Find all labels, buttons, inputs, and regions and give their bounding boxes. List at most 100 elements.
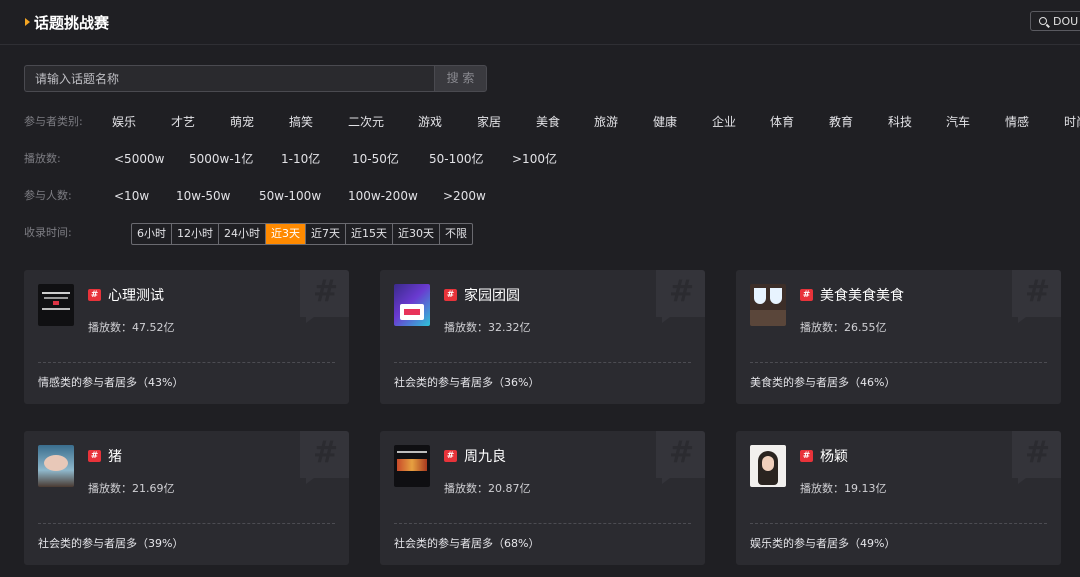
hashtag-watermark-icon bbox=[1012, 270, 1061, 323]
card-divider bbox=[38, 523, 335, 524]
title-arrow-icon bbox=[25, 18, 30, 26]
participants-filter-row: 参与人数: <10w 10w-50w 50w-100w 100w-200w >2… bbox=[24, 186, 1080, 206]
topic-summary: 美食类的参与者居多（46%） bbox=[750, 376, 896, 389]
topic-card[interactable]: # 猪 播放数：21.69亿 社会类的参与者居多（39%） bbox=[24, 431, 349, 565]
time-option[interactable]: 近15天 bbox=[346, 224, 393, 244]
plays-option[interactable]: 10-50亿 bbox=[352, 149, 399, 169]
hashtag-watermark-icon bbox=[1012, 431, 1061, 484]
topic-name[interactable]: 猪 bbox=[108, 446, 122, 466]
filter-label-category: 参与者类别: bbox=[24, 115, 83, 128]
time-option-active[interactable]: 近3天 bbox=[266, 224, 306, 244]
participants-option[interactable]: <10w bbox=[114, 186, 149, 206]
topic-name[interactable]: 心理测试 bbox=[108, 285, 164, 305]
hashtag-icon: # bbox=[88, 289, 101, 301]
category-option[interactable]: 汽车 bbox=[946, 112, 970, 132]
participants-option[interactable]: 100w-200w bbox=[348, 186, 418, 206]
category-option[interactable]: 体育 bbox=[770, 112, 794, 132]
category-option[interactable]: 时尚 bbox=[1064, 112, 1080, 132]
category-option[interactable]: 美食 bbox=[536, 112, 560, 132]
participants-option[interactable]: 50w-100w bbox=[259, 186, 321, 206]
hashtag-icon: # bbox=[800, 450, 813, 462]
time-option-group: 6小时 12小时 24小时 近3天 近7天 近15天 近30天 不限 bbox=[131, 223, 473, 245]
card-divider bbox=[38, 362, 335, 363]
time-option[interactable]: 6小时 bbox=[132, 224, 172, 244]
topic-card[interactable]: # 周九良 播放数：20.87亿 社会类的参与者居多（68%） bbox=[380, 431, 705, 565]
category-option[interactable]: 健康 bbox=[653, 112, 677, 132]
hashtag-icon: # bbox=[444, 450, 457, 462]
hashtag-icon: # bbox=[800, 289, 813, 301]
topic-plays: 播放数：47.52亿 bbox=[88, 321, 175, 334]
category-option[interactable]: 企业 bbox=[712, 112, 736, 132]
filter-label-plays: 播放数: bbox=[24, 152, 61, 165]
card-divider bbox=[750, 523, 1047, 524]
search-icon bbox=[1039, 17, 1047, 25]
participants-option[interactable]: >200w bbox=[443, 186, 486, 206]
category-filter-row: 参与者类别: 娱乐 才艺 萌宠 搞笑 二次元 游戏 家居 美食 旅游 健康 企业… bbox=[24, 112, 1080, 132]
topic-card[interactable]: # 心理测试 播放数：47.52亿 情感类的参与者居多（43%） bbox=[24, 270, 349, 404]
topic-thumbnail[interactable] bbox=[750, 284, 786, 326]
category-option[interactable]: 娱乐 bbox=[112, 112, 136, 132]
time-option[interactable]: 24小时 bbox=[219, 224, 266, 244]
category-option[interactable]: 才艺 bbox=[171, 112, 195, 132]
category-option[interactable]: 教育 bbox=[829, 112, 853, 132]
plays-option[interactable]: 1-10亿 bbox=[281, 149, 320, 169]
hashtag-icon: # bbox=[444, 289, 457, 301]
hashtag-watermark-icon bbox=[300, 431, 349, 484]
topic-thumbnail[interactable] bbox=[38, 445, 74, 487]
filter-label-time: 收录时间: bbox=[24, 226, 72, 239]
participants-option[interactable]: 10w-50w bbox=[176, 186, 231, 206]
topic-name[interactable]: 家园团圆 bbox=[464, 285, 520, 305]
topic-plays: 播放数：20.87亿 bbox=[444, 482, 531, 495]
topic-summary: 社会类的参与者居多（39%） bbox=[38, 537, 184, 550]
topic-card[interactable]: # 杨颖 播放数：19.13亿 娱乐类的参与者居多（49%） bbox=[736, 431, 1061, 565]
topic-thumbnail[interactable] bbox=[394, 445, 430, 487]
topic-plays: 播放数：19.13亿 bbox=[800, 482, 887, 495]
page-title: 话题挑战赛 bbox=[34, 14, 110, 32]
category-option[interactable]: 二次元 bbox=[348, 112, 384, 132]
category-option[interactable]: 情感 bbox=[1005, 112, 1029, 132]
time-option[interactable]: 近30天 bbox=[393, 224, 440, 244]
topic-summary: 娱乐类的参与者居多（49%） bbox=[750, 537, 896, 550]
topic-name[interactable]: 周九良 bbox=[464, 446, 506, 466]
category-option[interactable]: 萌宠 bbox=[230, 112, 254, 132]
topic-search-bar: 搜 索 bbox=[24, 65, 487, 92]
hashtag-watermark-icon bbox=[656, 270, 705, 323]
topic-thumbnail[interactable] bbox=[394, 284, 430, 326]
topic-summary: 社会类的参与者居多（36%） bbox=[394, 376, 540, 389]
plays-filter-row: 播放数: <5000w 5000w-1亿 1-10亿 10-50亿 50-100… bbox=[24, 149, 1080, 169]
time-option[interactable]: 近7天 bbox=[306, 224, 346, 244]
hashtag-watermark-icon bbox=[300, 270, 349, 323]
topic-name[interactable]: 美食美食美食 bbox=[820, 285, 904, 305]
time-filter-row: 收录时间: 6小时 12小时 24小时 近3天 近7天 近15天 近30天 不限 bbox=[24, 223, 1080, 245]
topic-thumbnail[interactable] bbox=[38, 284, 74, 326]
topic-thumbnail[interactable] bbox=[750, 445, 786, 487]
hashtag-icon: # bbox=[88, 450, 101, 462]
category-option[interactable]: 科技 bbox=[888, 112, 912, 132]
topic-plays: 播放数：21.69亿 bbox=[88, 482, 175, 495]
plays-option[interactable]: 5000w-1亿 bbox=[189, 149, 253, 169]
topic-summary: 情感类的参与者居多（43%） bbox=[38, 376, 184, 389]
category-option[interactable]: 游戏 bbox=[418, 112, 442, 132]
topic-card[interactable]: # 家园团圆 播放数：32.32亿 社会类的参与者居多（36%） bbox=[380, 270, 705, 404]
category-option[interactable]: 搞笑 bbox=[289, 112, 313, 132]
search-lang-button[interactable]: DOU bbox=[1030, 11, 1080, 31]
topic-search-input[interactable] bbox=[24, 65, 434, 92]
hashtag-watermark-icon bbox=[656, 431, 705, 484]
time-option[interactable]: 12小时 bbox=[172, 224, 219, 244]
filter-label-participants: 参与人数: bbox=[24, 189, 72, 202]
card-divider bbox=[394, 362, 691, 363]
card-divider bbox=[394, 523, 691, 524]
page-header: 话题挑战赛 DOU bbox=[0, 0, 1080, 45]
search-lang-label: DOU bbox=[1053, 15, 1079, 28]
plays-option[interactable]: <5000w bbox=[114, 149, 164, 169]
plays-option[interactable]: >100亿 bbox=[512, 149, 557, 169]
topic-card[interactable]: # 美食美食美食 播放数：26.55亿 美食类的参与者居多（46%） bbox=[736, 270, 1061, 404]
plays-option[interactable]: 50-100亿 bbox=[429, 149, 484, 169]
topic-summary: 社会类的参与者居多（68%） bbox=[394, 537, 540, 550]
topic-plays: 播放数：26.55亿 bbox=[800, 321, 887, 334]
category-option[interactable]: 家居 bbox=[477, 112, 501, 132]
search-button[interactable]: 搜 索 bbox=[434, 65, 487, 92]
topic-name[interactable]: 杨颖 bbox=[820, 446, 848, 466]
time-option[interactable]: 不限 bbox=[440, 224, 472, 244]
category-option[interactable]: 旅游 bbox=[594, 112, 618, 132]
